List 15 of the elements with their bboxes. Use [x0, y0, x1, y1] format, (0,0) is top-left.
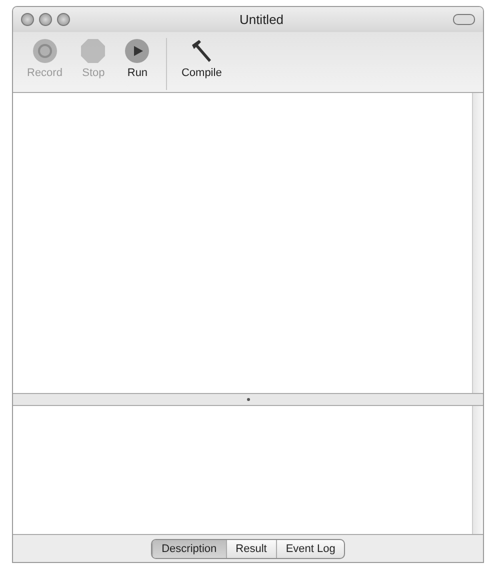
tab[interactable]: Description [152, 540, 226, 558]
record-icon [32, 38, 58, 64]
stop-icon [80, 38, 106, 64]
toolbar-toggle-button[interactable] [453, 14, 475, 25]
compile-button[interactable]: Compile [177, 38, 226, 79]
scrollbar[interactable] [472, 406, 483, 534]
tab[interactable]: Event Log [276, 540, 344, 558]
run-button[interactable]: Run [120, 38, 154, 79]
play-icon [124, 38, 150, 64]
zoom-button[interactable] [57, 13, 70, 26]
minimize-button[interactable] [39, 13, 52, 26]
scrollbar[interactable] [472, 93, 483, 393]
tab[interactable]: Result [226, 540, 276, 558]
window-title: Untitled [238, 12, 285, 27]
close-button[interactable] [21, 13, 34, 26]
